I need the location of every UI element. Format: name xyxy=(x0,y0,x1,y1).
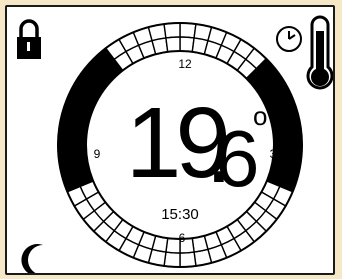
dial-segment-inner xyxy=(71,144,88,160)
dial-segment-outer xyxy=(179,22,197,39)
dial-segment-outer xyxy=(163,251,181,268)
dial-label-3: 3 xyxy=(269,147,277,161)
temperature-decimal: 6 xyxy=(215,114,260,203)
dial-segment-outer xyxy=(179,251,197,268)
dial-segment-outer xyxy=(57,144,74,162)
dial-segment-outer xyxy=(286,128,303,146)
thermostat-screen: 12 3 6 9 19 . 6 o 15:30 xyxy=(5,5,335,275)
dial-segment-inner xyxy=(165,36,181,53)
dial-segment-inner xyxy=(272,130,289,146)
dial-segment-outer xyxy=(163,22,181,39)
dial-segment-outer xyxy=(286,144,303,162)
degree-symbol: o xyxy=(253,101,268,131)
dial-label-12: 12 xyxy=(178,57,192,71)
dial-label-6: 6 xyxy=(178,231,186,245)
dial-label-9: 9 xyxy=(93,147,101,161)
time-display: 15:30 xyxy=(161,206,199,223)
dial-segment-outer xyxy=(57,128,74,146)
